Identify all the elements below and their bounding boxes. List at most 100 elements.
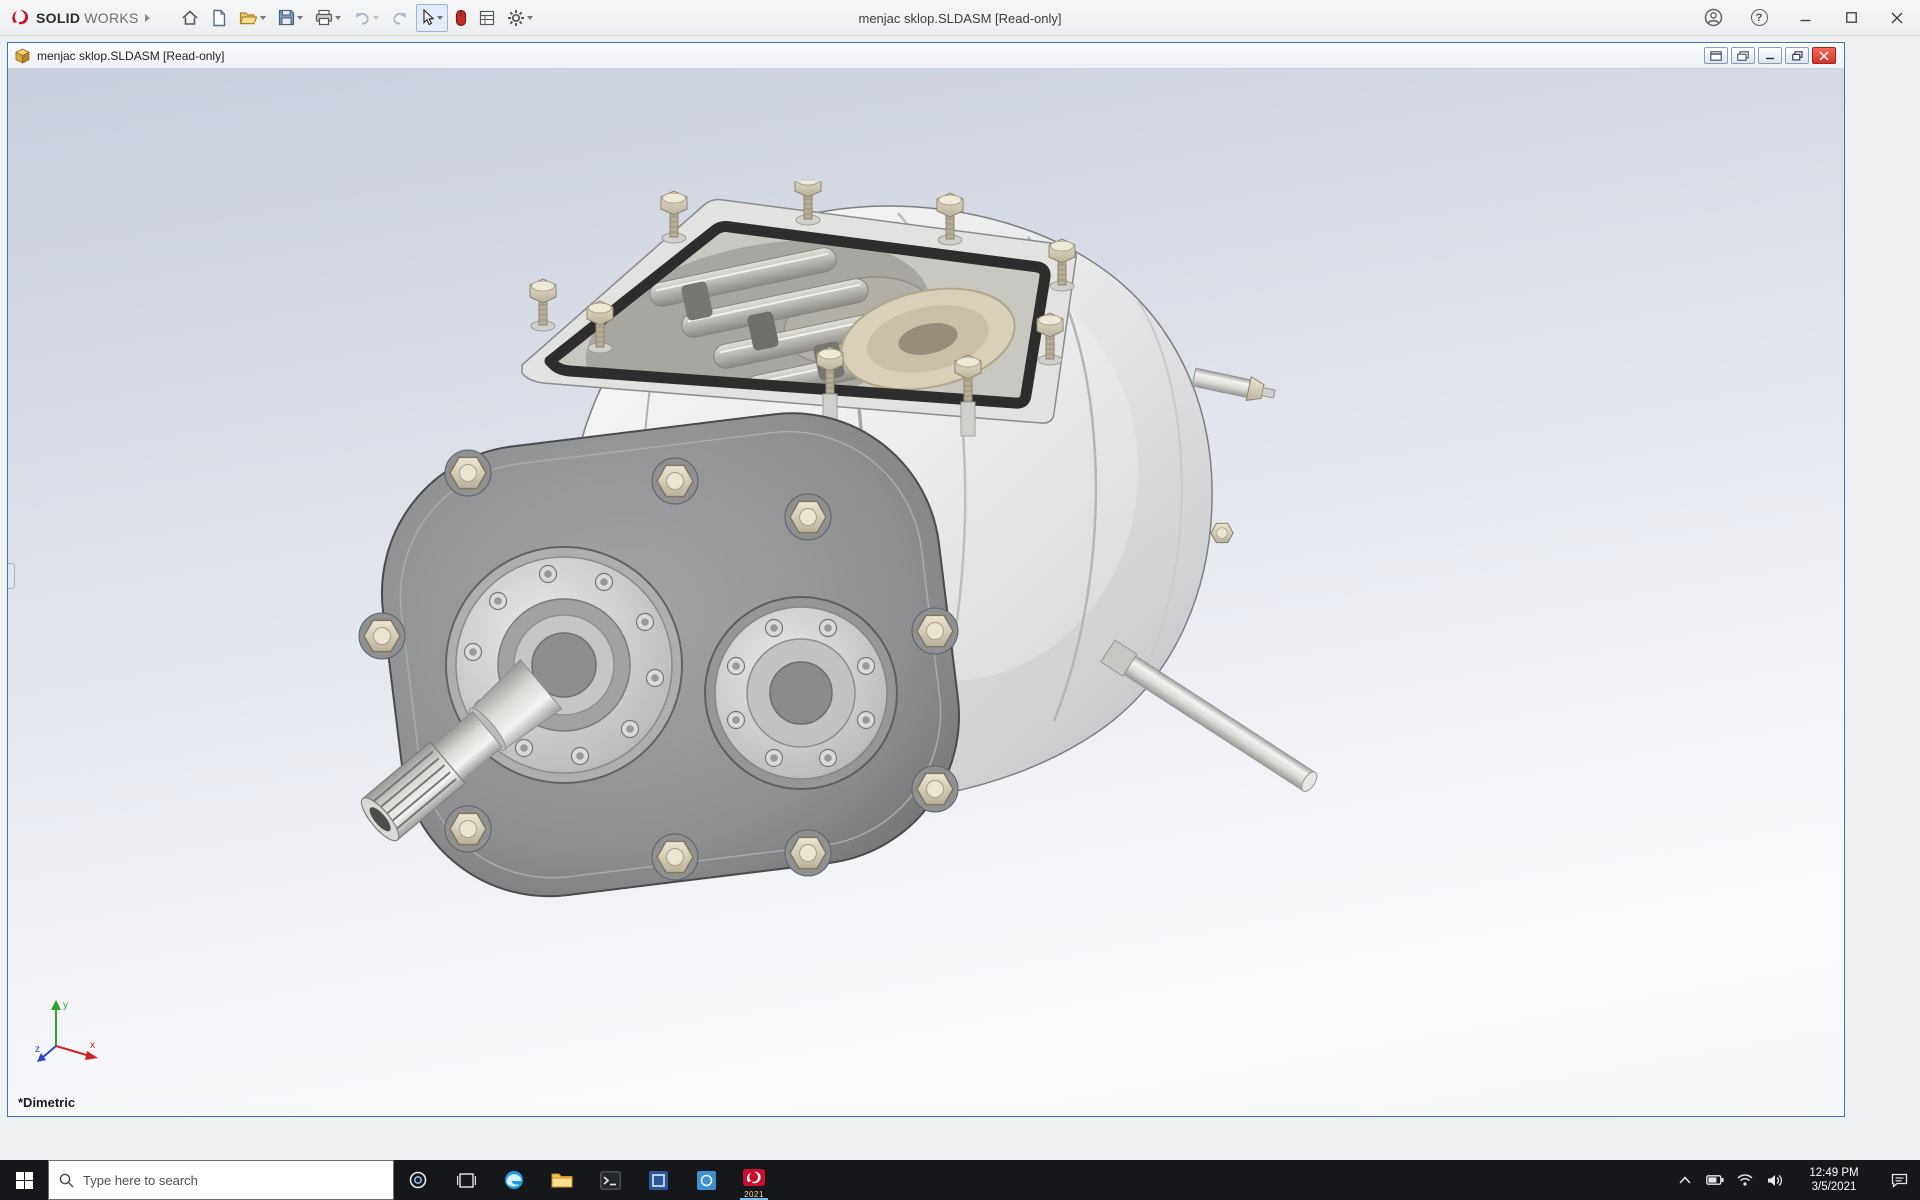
mouse-gestures-button[interactable] bbox=[450, 4, 472, 32]
brand-works-text: WORKS bbox=[84, 10, 138, 26]
doc-minimize-icon bbox=[1765, 51, 1775, 60]
minimize-button[interactable] bbox=[1782, 0, 1828, 36]
action-center-button[interactable] bbox=[1878, 1160, 1920, 1200]
side-cover[interactable] bbox=[705, 597, 897, 789]
taskbar-app-lightblue[interactable] bbox=[682, 1160, 730, 1200]
account-icon bbox=[1704, 8, 1723, 27]
edge-icon bbox=[503, 1169, 525, 1191]
tray-chevron-button[interactable] bbox=[1670, 1160, 1700, 1200]
search-input[interactable] bbox=[83, 1173, 353, 1188]
solidworks-taskbar-icon bbox=[742, 1169, 766, 1191]
gearbox-model[interactable] bbox=[338, 181, 1338, 903]
workspace: menjac sklop.SLDASM [Read-only] bbox=[0, 36, 1920, 1160]
undo-dropdown-caret[interactable] bbox=[373, 16, 379, 20]
account-button[interactable] bbox=[1690, 0, 1736, 36]
windows-start-icon bbox=[16, 1172, 33, 1189]
battery-icon bbox=[1706, 1175, 1724, 1185]
doc-close-icon bbox=[1819, 51, 1829, 61]
home-button[interactable] bbox=[176, 4, 204, 32]
save-dropdown-caret[interactable] bbox=[297, 16, 303, 20]
select-dropdown-caret[interactable] bbox=[437, 16, 443, 20]
task-view-button[interactable] bbox=[442, 1160, 490, 1200]
save-button[interactable] bbox=[273, 4, 308, 32]
tray-network-button[interactable] bbox=[1730, 1160, 1760, 1200]
mouse-gestures-icon bbox=[455, 9, 467, 27]
home-icon bbox=[181, 9, 199, 27]
window-cascade-icon bbox=[1737, 51, 1749, 61]
file-properties-button[interactable] bbox=[474, 4, 500, 32]
maximize-button[interactable] bbox=[1828, 0, 1874, 36]
help-button[interactable]: ? bbox=[1736, 0, 1782, 36]
options-button[interactable] bbox=[502, 4, 538, 32]
document-title: menjac sklop.SLDASM [Read-only] bbox=[37, 49, 224, 63]
task-view-icon bbox=[457, 1171, 476, 1190]
undo-button[interactable] bbox=[348, 4, 384, 32]
doc-new-window-button[interactable] bbox=[1704, 47, 1728, 64]
undo-icon bbox=[353, 10, 371, 26]
triad-x-label: x bbox=[90, 1040, 95, 1051]
search-icon bbox=[59, 1173, 74, 1188]
options-gear-icon bbox=[507, 9, 525, 27]
system-tray: 12:49 PM 3/5/2021 bbox=[1670, 1160, 1920, 1200]
open-folder-icon bbox=[239, 10, 258, 26]
taskbar-app-file-explorer[interactable] bbox=[538, 1160, 586, 1200]
document-titlebar[interactable]: menjac sklop.SLDASM [Read-only] bbox=[8, 43, 1844, 69]
new-document-button[interactable] bbox=[206, 4, 232, 32]
graphics-viewport[interactable]: y x z *Dimetric bbox=[8, 69, 1844, 1116]
taskbar-app-solidworks[interactable]: 2021 bbox=[730, 1160, 778, 1200]
brand-expand-arrow-icon[interactable] bbox=[145, 14, 150, 22]
solidworks-logo[interactable]: SOLIDWORKS bbox=[0, 7, 158, 29]
quick-access-toolbar bbox=[176, 4, 538, 32]
screen: SOLIDWORKS bbox=[0, 0, 1920, 1200]
doc-restore-icon bbox=[1792, 51, 1803, 61]
doc-minimize-button[interactable] bbox=[1758, 47, 1782, 64]
redo-button[interactable] bbox=[386, 4, 414, 32]
cortana-icon bbox=[408, 1170, 428, 1190]
rear-stub-shaft[interactable] bbox=[1192, 365, 1277, 406]
reference-triad: y x z bbox=[34, 994, 104, 1070]
taskbar-clock[interactable]: 12:49 PM 3/5/2021 bbox=[1790, 1166, 1878, 1194]
print-button[interactable] bbox=[310, 4, 346, 32]
output-shaft[interactable] bbox=[1101, 640, 1321, 796]
chevron-up-icon bbox=[1679, 1176, 1691, 1184]
doc-cascade-button[interactable] bbox=[1731, 47, 1755, 64]
options-dropdown-caret[interactable] bbox=[527, 16, 533, 20]
document-window: menjac sklop.SLDASM [Read-only] bbox=[7, 42, 1845, 1117]
taskbar: 2021 bbox=[0, 1160, 1920, 1200]
close-icon bbox=[1891, 12, 1903, 24]
minimize-icon bbox=[1800, 12, 1811, 23]
solidworks-ds-icon bbox=[10, 7, 32, 29]
app-titlebar: SOLIDWORKS bbox=[0, 0, 1920, 36]
close-button[interactable] bbox=[1874, 0, 1920, 36]
solidworks-year-badge: 2021 bbox=[730, 1190, 778, 1199]
triad-y-label: y bbox=[63, 1000, 68, 1011]
file-explorer-icon bbox=[551, 1171, 573, 1189]
tray-volume-button[interactable] bbox=[1760, 1160, 1790, 1200]
brand-solid-text: SOLID bbox=[36, 10, 80, 26]
open-button[interactable] bbox=[234, 4, 271, 32]
help-icon: ? bbox=[1751, 9, 1768, 26]
taskbar-app-blue[interactable] bbox=[634, 1160, 682, 1200]
network-wifi-icon bbox=[1737, 1174, 1753, 1186]
window-controls: ? bbox=[1690, 0, 1920, 36]
select-tool-button[interactable] bbox=[416, 4, 448, 32]
assembly-icon bbox=[14, 48, 31, 64]
print-dropdown-caret[interactable] bbox=[335, 16, 341, 20]
select-arrow-icon bbox=[421, 9, 435, 26]
view-orientation-label: *Dimetric bbox=[18, 1095, 75, 1110]
taskbar-app-edge[interactable] bbox=[490, 1160, 538, 1200]
file-properties-icon bbox=[479, 10, 495, 26]
taskbar-app-terminal[interactable] bbox=[586, 1160, 634, 1200]
window-tile-icon bbox=[1710, 51, 1722, 61]
doc-restore-button[interactable] bbox=[1785, 47, 1809, 64]
taskbar-search[interactable] bbox=[48, 1160, 394, 1200]
featuremanager-splitter-handle[interactable] bbox=[8, 563, 15, 589]
blue-app-icon bbox=[648, 1170, 669, 1191]
tray-battery-button[interactable] bbox=[1700, 1160, 1730, 1200]
action-center-icon bbox=[1891, 1173, 1908, 1188]
cortana-button[interactable] bbox=[394, 1160, 442, 1200]
new-document-icon bbox=[211, 9, 227, 27]
doc-close-button[interactable] bbox=[1812, 47, 1836, 64]
start-button[interactable] bbox=[0, 1160, 48, 1200]
open-dropdown-caret[interactable] bbox=[260, 16, 266, 20]
